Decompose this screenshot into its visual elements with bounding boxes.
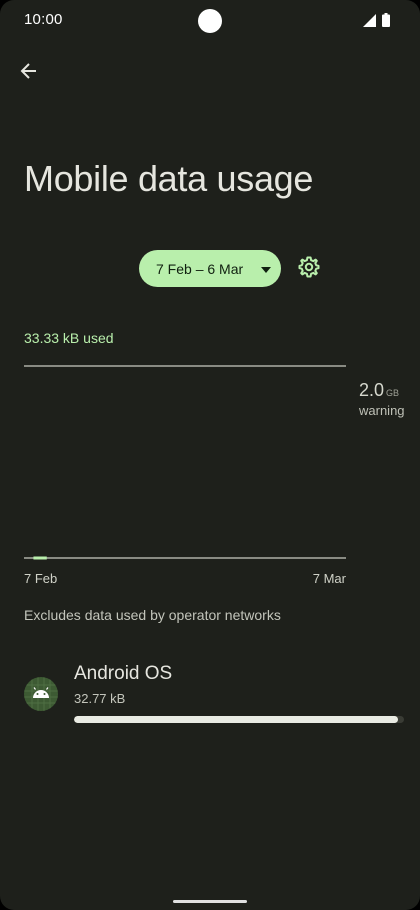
usage-summary: 33.33 kB used [24,330,114,346]
back-button[interactable] [14,56,44,86]
arrow-back-icon [20,63,36,79]
warning-limit-value: 2.0 GB [359,380,399,401]
chart-end-date: 7 Mar [312,571,346,586]
app-name: Android OS [74,663,173,684]
android-icon [24,677,58,711]
status-time: 10:00 [24,11,63,28]
date-range-label: 7 Feb – 6 Mar [156,261,244,277]
status-bar: 10:00 [0,0,420,40]
camera-cutout [198,9,222,33]
gear-icon [298,256,320,278]
signal-icon [363,14,376,27]
warning-label: warning [359,403,405,418]
mobile-data-usage-screen: 10:00 Mobile data usage 7 Feb – 6 Mar 33… [0,0,420,910]
page-title: Mobile data usage [24,158,314,199]
operator-networks-note: Excludes data used by operator networks [24,607,281,623]
gesture-nav-handle[interactable] [173,900,247,903]
app-data-used: 32.77 kB [74,691,126,706]
date-range-dropdown[interactable]: 7 Feb – 6 Mar [139,250,281,287]
warning-unit: GB [386,388,400,398]
chart-start-date: 7 Feb [24,571,58,586]
app-usage-progress-fill [74,716,399,723]
data-settings-button[interactable] [294,252,324,282]
app-usage-row-android-os[interactable]: Android OS 32.77 kB [0,650,420,740]
usage-segment [33,556,47,560]
app-usage-progress [74,716,404,723]
warning-number: 2.0 [359,380,385,400]
battery-icon [382,13,390,27]
usage-chart [24,365,346,560]
dropdown-arrow-icon [261,267,271,273]
